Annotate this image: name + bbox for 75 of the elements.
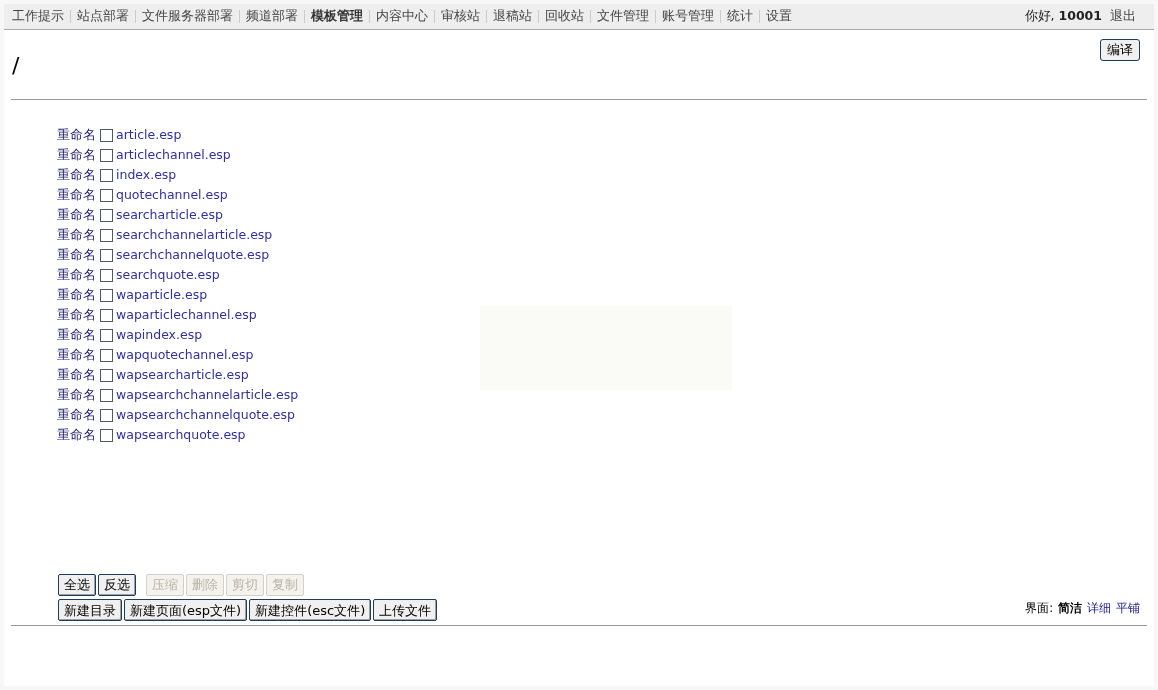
file-checkbox[interactable] [100,328,113,342]
file-link[interactable]: wapsearchchannelarticle.esp [116,385,299,405]
file-link[interactable]: searchchannelquote.esp [116,245,270,265]
action-button[interactable]: 新建目录 [58,599,122,621]
file-checkbox[interactable] [100,248,113,262]
nav-link[interactable]: 统计 [727,7,753,26]
action-button[interactable]: 全选 [58,573,96,596]
rename-link[interactable]: 重命名 [57,205,96,225]
nav-link[interactable]: 工作提示 [12,7,64,26]
file-checkbox[interactable] [100,188,113,202]
compile-button[interactable]: 编译 [1100,39,1140,61]
action-button[interactable]: 上传文件 [373,599,438,621]
nav-link[interactable]: 内容中心 [376,7,428,26]
file-checkbox[interactable] [100,308,113,322]
file-checkbox[interactable] [100,228,113,242]
file-checkbox[interactable] [100,388,113,402]
file-link[interactable]: searchquote.esp [116,265,220,285]
view-mode-label: 界面: [1025,599,1053,617]
file-checkbox[interactable] [100,288,113,302]
file-checkbox[interactable] [100,128,113,142]
rename-link[interactable]: 重命名 [57,245,96,265]
file-checkbox[interactable] [100,208,113,222]
rename-link[interactable]: 重命名 [57,305,96,325]
nav-link[interactable]: 账号管理 [662,7,714,26]
file-checkbox[interactable] [100,368,113,382]
rename-link[interactable]: 重命名 [57,405,96,425]
greeting-text: 你好, 10001 [1024,7,1102,26]
rename-link[interactable]: 重命名 [57,185,96,205]
file-link[interactable]: wapsearchchannelquote.esp [116,405,295,425]
file-link[interactable]: waparticlechannel.esp [116,305,257,325]
rename-link[interactable]: 重命名 [57,165,96,185]
nav-link[interactable]: 退稿站 [493,7,532,26]
file-link[interactable]: wapsearchquote.esp [116,425,246,445]
action-button[interactable]: 新建页面(esp文件) [124,599,248,621]
rename-link[interactable]: 重命名 [57,385,96,405]
nav-link[interactable]: 频道部署 [246,7,298,26]
rename-link[interactable]: 重命名 [57,225,96,245]
nav-link[interactable]: 回收站 [545,7,584,26]
file-link[interactable]: wapindex.esp [116,325,203,345]
file-checkbox[interactable] [100,348,113,362]
rename-link[interactable]: 重命名 [57,365,96,385]
nav-link[interactable]: 文件服务器部署 [142,7,233,26]
rename-link[interactable]: 重命名 [57,285,96,305]
file-checkbox[interactable] [100,168,113,182]
nav-link[interactable]: 审核站 [441,7,480,26]
view-mode-link[interactable]: 详细 [1087,599,1111,617]
file-link[interactable]: index.esp [116,165,177,185]
nav-link[interactable]: 模板管理 [311,7,363,26]
logout-link[interactable]: 退出 [1110,7,1136,26]
file-checkbox[interactable] [100,268,113,282]
rename-link[interactable]: 重命名 [57,425,96,445]
nav-link[interactable]: 设置 [766,7,792,26]
file-link[interactable]: quotechannel.esp [116,185,228,205]
nav-link[interactable]: 站点部署 [77,7,129,26]
rename-link[interactable]: 重命名 [57,345,96,365]
action-button[interactable]: 新建控件(esc文件) [249,599,372,621]
path-text: / [12,55,20,77]
file-checkbox[interactable] [100,148,113,162]
view-mode-link[interactable]: 平铺 [1116,599,1140,617]
view-mode-link[interactable]: 简洁 [1058,599,1082,617]
action-button[interactable]: 反选 [98,573,136,596]
file-checkbox[interactable] [100,428,113,442]
rename-link[interactable]: 重命名 [57,125,96,145]
rename-link[interactable]: 重命名 [57,265,96,285]
file-link[interactable]: waparticle.esp [116,285,208,305]
rename-link[interactable]: 重命名 [57,325,96,345]
nav-link[interactable]: 文件管理 [597,7,649,26]
file-link[interactable]: articlechannel.esp [116,145,231,165]
file-link[interactable]: searcharticle.esp [116,205,223,225]
file-link[interactable]: searchchannelarticle.esp [116,225,273,245]
file-checkbox[interactable] [100,408,113,422]
file-link[interactable]: wapsearcharticle.esp [116,365,249,385]
rename-link[interactable]: 重命名 [57,145,96,165]
file-link[interactable]: article.esp [116,125,182,145]
file-link[interactable]: wapquotechannel.esp [116,345,254,365]
